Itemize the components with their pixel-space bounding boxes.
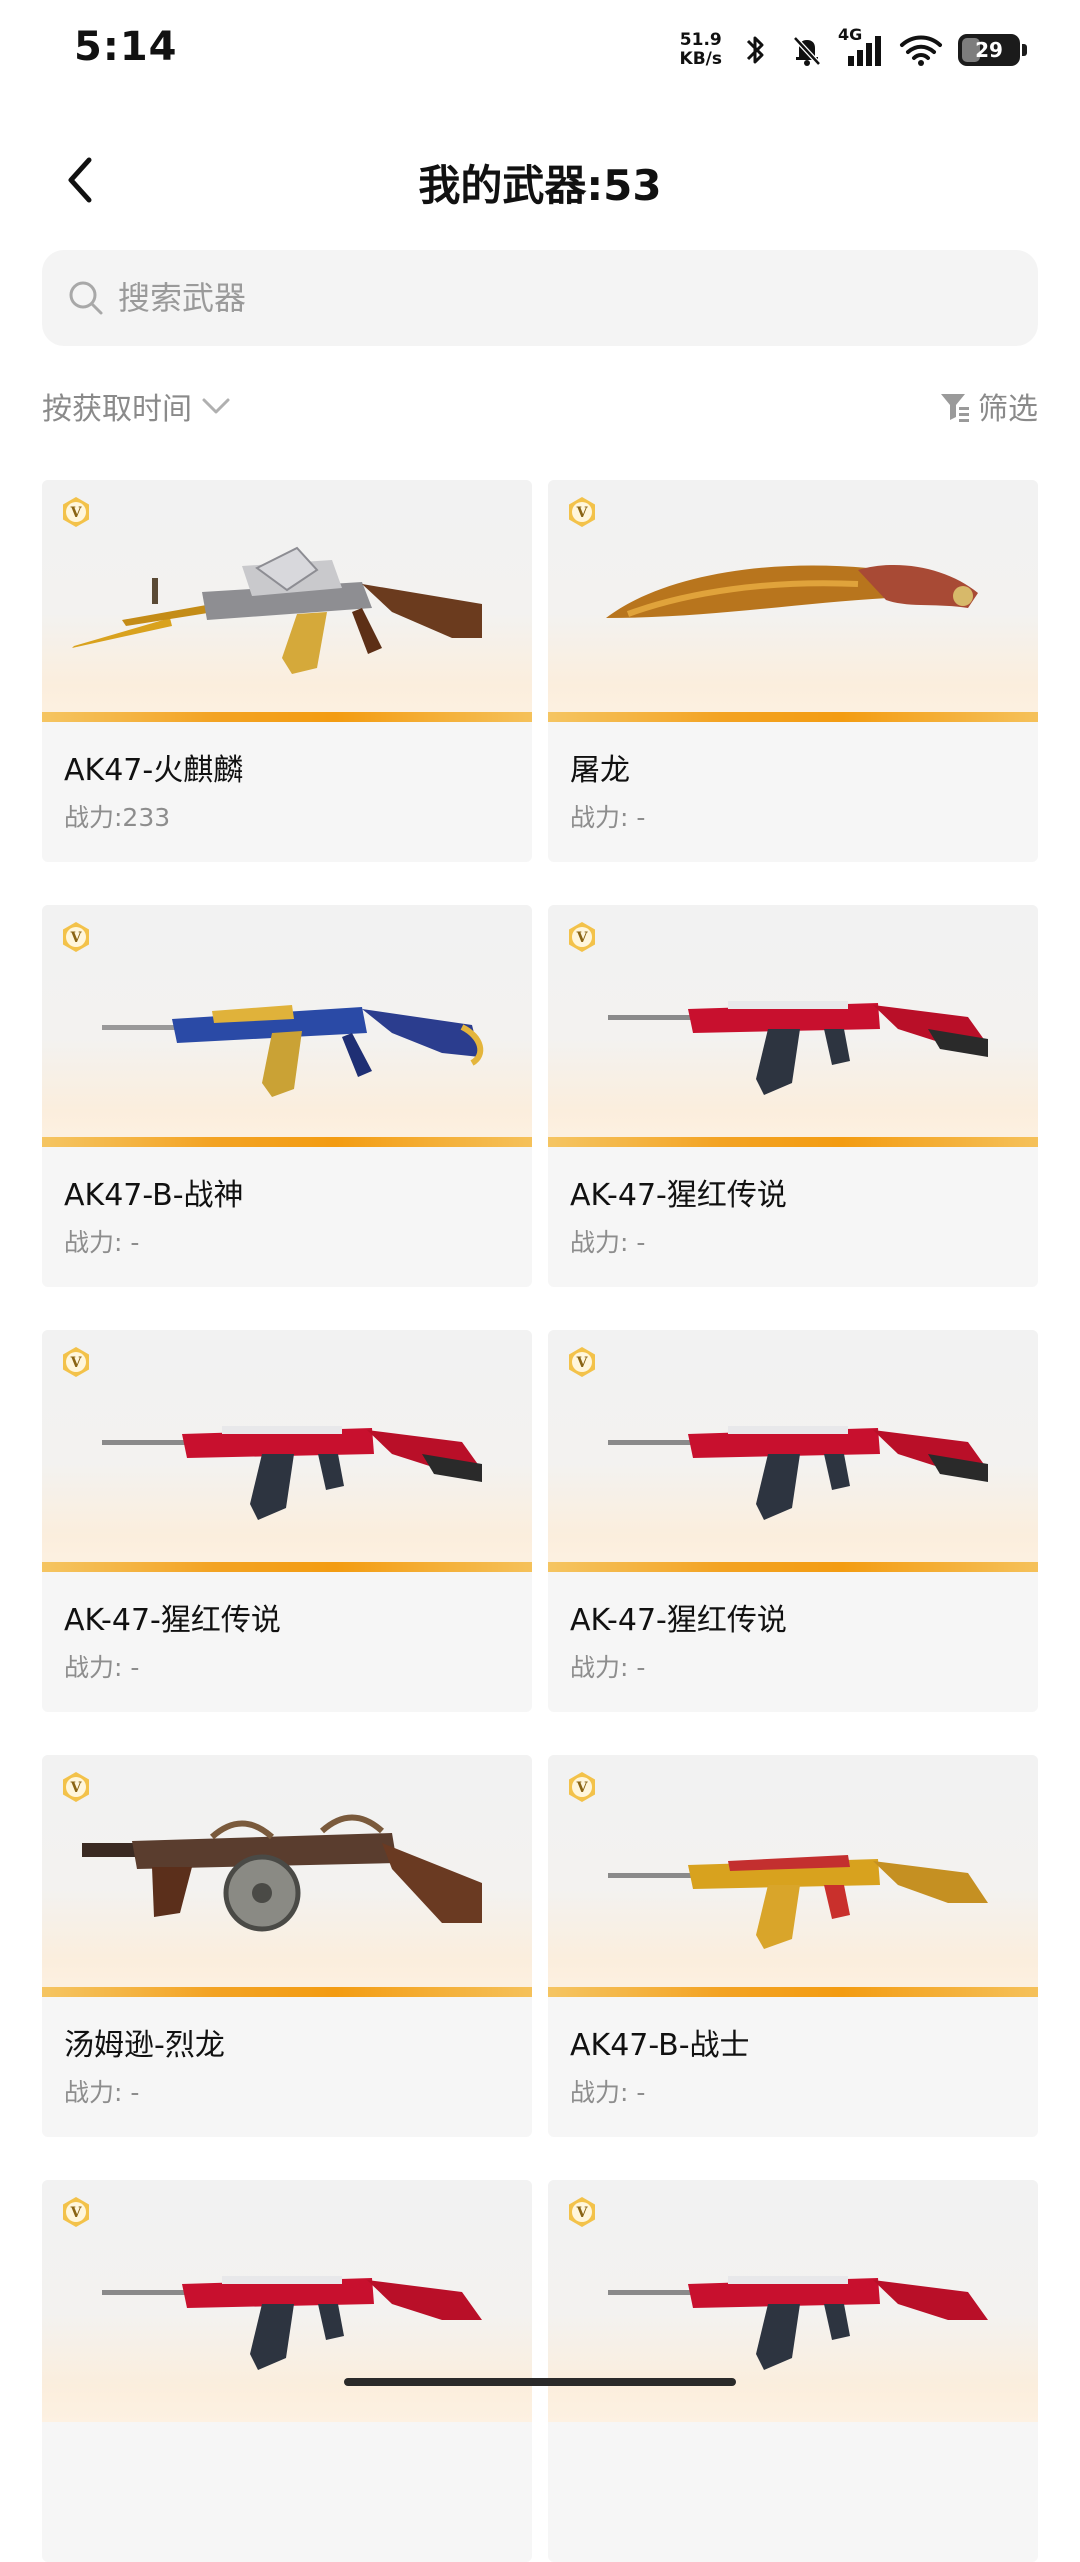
network-speed: 51.9 KB/s	[680, 31, 722, 69]
status-time: 5:14	[74, 24, 178, 70]
weapon-power: 战力:233	[64, 803, 171, 832]
weapon-thompson-image	[82, 1814, 482, 1932]
weapon-card[interactable]: V AK-47-猩红传说 战力: -	[548, 1330, 1038, 1712]
weapon-power: 战力: -	[64, 1228, 140, 1257]
weapon-name: AK-47-猩红传说	[570, 1178, 787, 1213]
battery-level: 29	[975, 38, 1003, 62]
search-bar[interactable]	[42, 250, 1038, 346]
sort-label: 按获取时间	[42, 392, 192, 427]
rarity-bar	[548, 1987, 1038, 1997]
chevron-down-icon	[202, 398, 230, 414]
weapon-power: 战力: -	[570, 803, 646, 832]
rarity-bar	[42, 712, 532, 722]
weapon-card[interactable]: V AK-47-猩红传说 战力: -	[548, 905, 1038, 1287]
weapon-name: AK47-B-战士	[570, 2028, 750, 2063]
weapon-name: 汤姆逊-烈龙	[64, 2028, 225, 2063]
weapon-card[interactable]: V AK-47-猩红传说 战力: -	[42, 1330, 532, 1712]
weapon-knife-image	[606, 564, 978, 618]
weapon-ak47-goldred-image	[608, 1855, 988, 1949]
weapon-card[interactable]: V AK47-B-战神 战力: -	[42, 905, 532, 1287]
weapon-power: 战力: -	[64, 1653, 140, 1682]
status-bar: 5:14 51.9 KB/s 4G 29	[0, 0, 1080, 100]
rarity-bar	[548, 1562, 1038, 1572]
weapon-power: 战力: -	[570, 1228, 646, 1257]
rarity-bar	[42, 1987, 532, 1997]
weapon-card[interactable]: V 汤姆逊-烈龙 战力: -	[42, 1755, 532, 2137]
weapon-name: AK47-火麒麟	[64, 753, 244, 788]
network-speed-value: 51.9	[679, 30, 722, 50]
weapon-ak47-gold-image	[72, 546, 482, 674]
filter-button[interactable]: 筛选	[938, 384, 1038, 428]
page-header: 我的武器:53	[0, 130, 1080, 230]
filter-label: 筛选	[978, 392, 1038, 427]
weapon-power: 战力: -	[64, 2078, 140, 2107]
weapon-card[interactable]: V 屠龙 战力: -	[548, 480, 1038, 862]
rarity-bar	[42, 1562, 532, 1572]
filter-icon	[941, 394, 969, 422]
weapon-card[interactable]: V AK47-B-战士 战力: -	[548, 1755, 1038, 2137]
cellular-signal-icon: 4G	[838, 25, 884, 69]
weapon-ak47-blue-image	[102, 1005, 484, 1097]
rarity-bar	[42, 1137, 532, 1147]
weapon-name: AK47-B-战神	[64, 1178, 244, 1213]
bluetooth-icon	[736, 31, 774, 69]
weapon-name: AK-47-猩红传说	[570, 1603, 787, 1638]
battery-icon: 29	[958, 34, 1027, 66]
weapon-power: 战力: -	[570, 2078, 646, 2107]
weapon-ak47-red-image	[608, 1426, 988, 1520]
weapon-card[interactable]: V	[548, 2180, 1038, 2562]
rarity-bar	[548, 712, 1038, 722]
search-input[interactable]	[116, 278, 980, 318]
page-title: 我的武器:53	[418, 161, 662, 210]
search-icon	[64, 276, 108, 320]
status-icons: 51.9 KB/s 4G 29	[680, 22, 1027, 78]
wifi-icon	[898, 31, 944, 69]
weapon-ak47-red-image	[608, 1001, 988, 1095]
weapon-card[interactable]: V	[42, 2180, 532, 2562]
weapon-name: AK-47-猩红传说	[64, 1603, 281, 1638]
rarity-bar	[548, 1137, 1038, 1147]
mute-bell-icon	[788, 31, 826, 69]
weapon-card[interactable]: V AK47-火麒麟 战力:233	[42, 480, 532, 862]
signal-type: 4G	[838, 25, 863, 44]
weapon-ak47-red-image	[102, 1426, 482, 1520]
home-indicator[interactable]	[344, 2378, 736, 2386]
sort-dropdown[interactable]: 按获取时间	[42, 384, 232, 428]
sort-filter-row: 按获取时间 筛选	[42, 384, 1038, 440]
weapon-name: 屠龙	[570, 753, 630, 788]
weapon-power: 战力: -	[570, 1653, 646, 1682]
network-speed-unit: KB/s	[679, 49, 722, 69]
